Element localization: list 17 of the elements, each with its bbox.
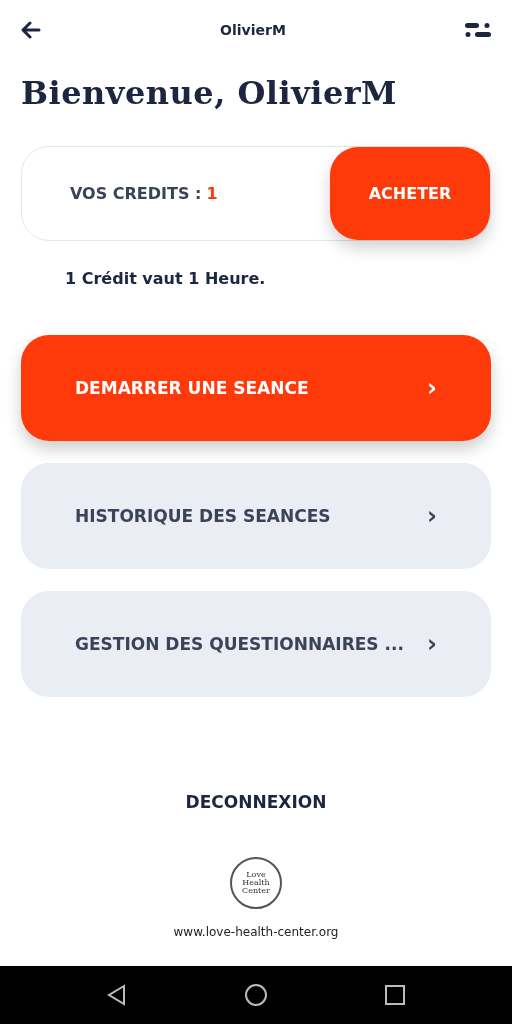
logout-link[interactable]: DECONNEXION [179, 789, 333, 817]
website-url: www.love-health-center.org [173, 923, 339, 941]
back-arrow-icon[interactable] [21, 21, 41, 39]
credits-value: 1 [206, 183, 218, 203]
home-nav-icon[interactable] [244, 983, 268, 1007]
menu-button[interactable]: HISTORIQUE DES SEANCES › [21, 463, 491, 570]
back-nav-icon[interactable] [106, 984, 128, 1006]
menu-button[interactable]: DEMARRER UNE SEANCE › [21, 335, 491, 442]
welcome-heading: Bienvenue, OlivierM [21, 74, 399, 113]
menu-icon[interactable] [465, 22, 491, 38]
recents-nav-icon[interactable] [384, 984, 406, 1006]
credit-note: 1 Crédit vaut 1 Heure. [65, 268, 267, 291]
header-title: OlivierM [220, 20, 286, 40]
menu-button[interactable]: GESTION DES QUESTIONNAIRES ... › [21, 591, 491, 698]
logo: Love Health Center [230, 856, 282, 909]
credits-label: VOS CREDITS : [70, 183, 202, 203]
buy-button[interactable]: ACHETER [330, 147, 490, 241]
